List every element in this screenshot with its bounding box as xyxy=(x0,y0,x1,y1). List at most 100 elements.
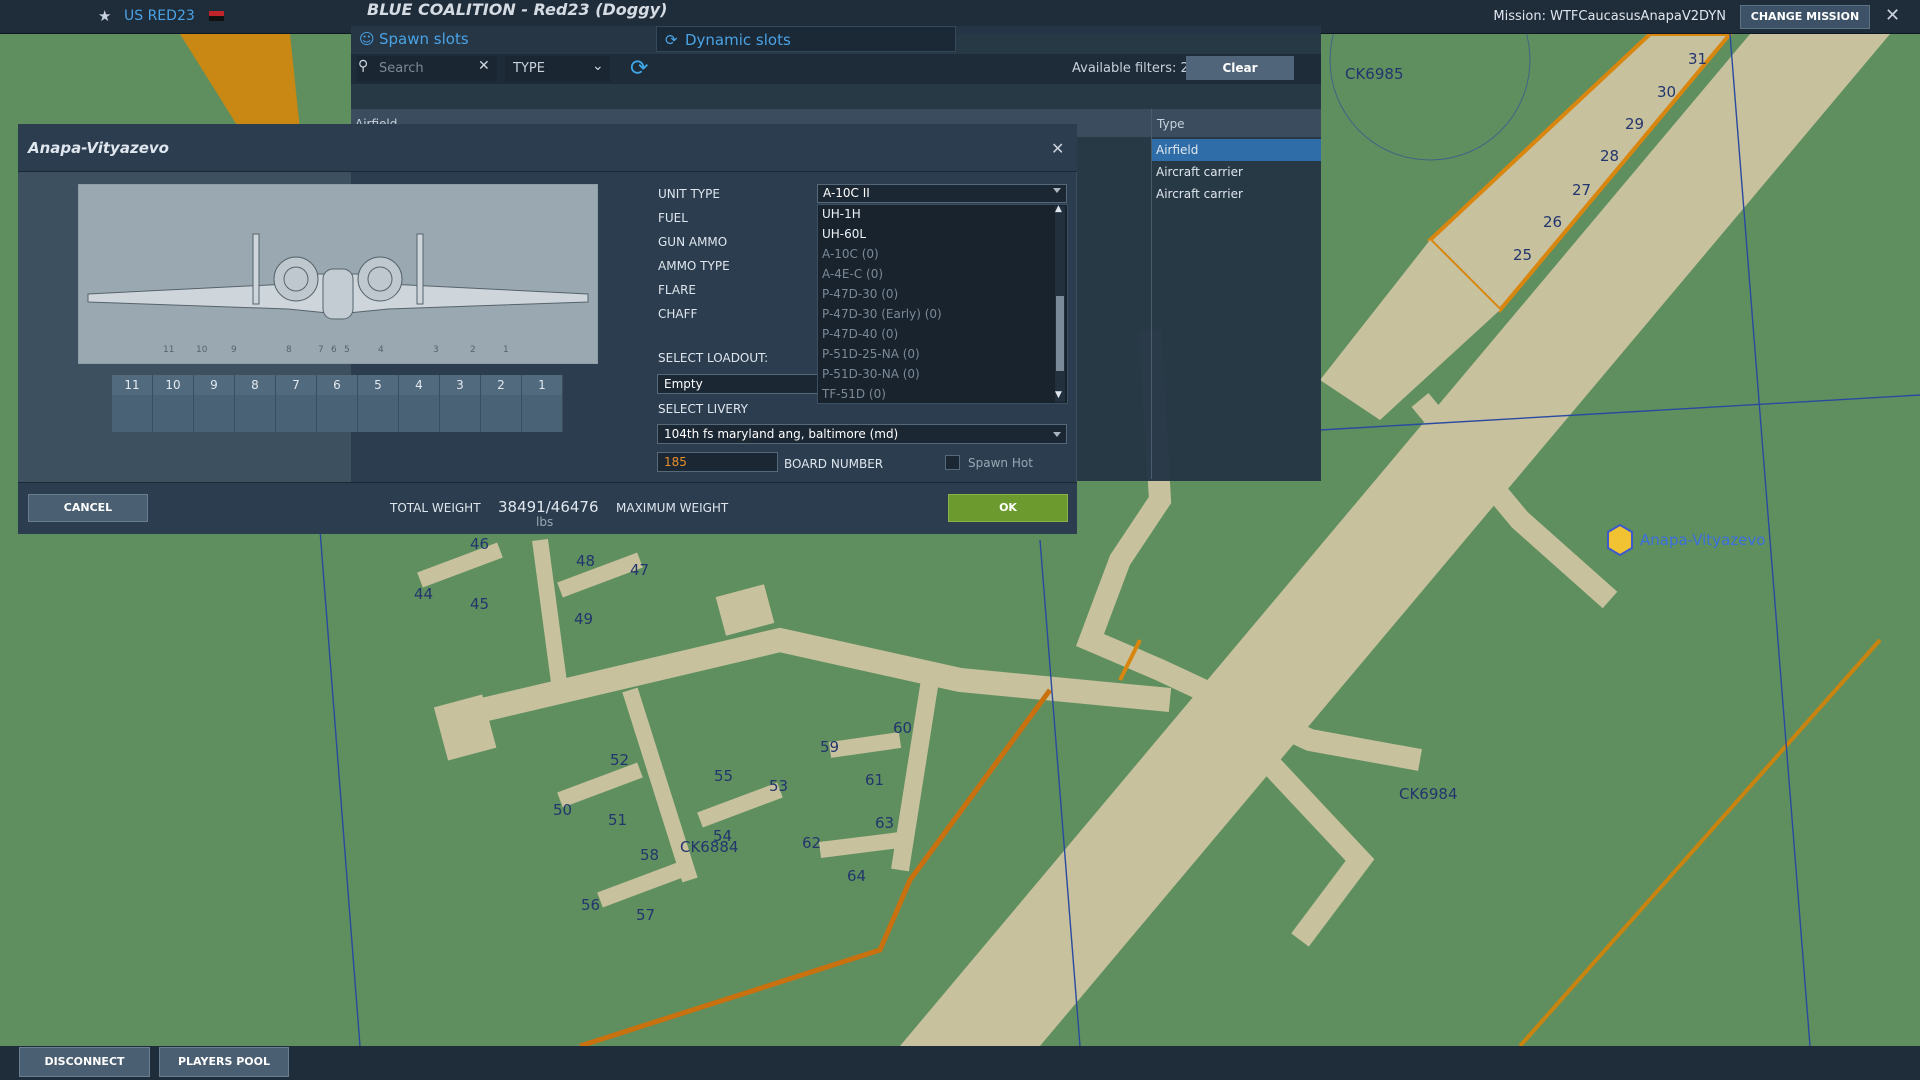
pylon-label: 9 xyxy=(194,375,234,395)
weight-unit: lbs xyxy=(536,515,554,529)
parking-number: 53 xyxy=(769,777,789,795)
dropdown-option[interactable]: UH-1H xyxy=(822,207,861,221)
parking-number: 48 xyxy=(576,552,596,570)
ok-button[interactable]: OK xyxy=(948,494,1068,522)
livery-select[interactable]: 104th fs maryland ang, baltimore (md) xyxy=(657,424,1067,444)
parking-number: 47 xyxy=(630,561,650,579)
pylon-slot[interactable]: 3 xyxy=(440,375,481,432)
svg-text:1: 1 xyxy=(503,345,509,355)
runway-number: 31 xyxy=(1688,50,1708,68)
tab-spawn-slots[interactable]: ☺ Spawn slots xyxy=(351,26,656,52)
airfield-label[interactable]: Anapa-Vityazevo xyxy=(1640,531,1765,549)
parking-number: 46 xyxy=(470,535,490,553)
change-mission-button[interactable]: CHANGE MISSION xyxy=(1740,5,1870,29)
pylon-slot[interactable]: 11 xyxy=(112,375,153,432)
cancel-button[interactable]: CANCEL xyxy=(28,494,148,522)
pylon-slot[interactable]: 4 xyxy=(399,375,440,432)
pylon-slot[interactable]: 5 xyxy=(358,375,399,432)
svg-text:5: 5 xyxy=(344,345,350,355)
svg-text:9: 9 xyxy=(231,345,237,355)
map-label-ck6984: CK6984 xyxy=(1399,785,1458,803)
scroll-down-icon[interactable]: ▼ xyxy=(1055,390,1062,400)
chaff-label: CHAFF xyxy=(658,307,698,321)
flare-label: FLARE xyxy=(658,283,696,297)
pylon-slot[interactable]: 9 xyxy=(194,375,235,432)
spawn-hot-checkbox[interactable] xyxy=(945,455,960,470)
pylon-label: 2 xyxy=(481,375,521,395)
chevron-down-icon xyxy=(1053,188,1061,193)
pylon-strip: 11 10 9 8 7 6 5 4 3 2 1 xyxy=(112,375,563,432)
pylon-slot[interactable]: 1 xyxy=(522,375,563,432)
pylon-slot[interactable]: 2 xyxy=(481,375,522,432)
dropdown-option[interactable]: UH-60L xyxy=(822,227,866,241)
pylon-slot[interactable]: 8 xyxy=(235,375,276,432)
board-number-input[interactable]: 185 xyxy=(657,452,778,472)
column-header-type[interactable]: Type xyxy=(1157,117,1185,131)
svg-text:6: 6 xyxy=(331,345,337,355)
search-icon: ⚲ xyxy=(358,58,369,74)
dialog-title: Anapa-Vityazevo xyxy=(28,139,169,157)
close-icon[interactable]: ✕ xyxy=(1051,139,1064,158)
players-pool-button[interactable]: PLAYERS POOL xyxy=(159,1047,289,1077)
parking-number: 51 xyxy=(608,811,628,829)
dropdown-option: P-51D-25-NA (0) xyxy=(822,347,920,361)
parking-number: 52 xyxy=(610,751,630,769)
total-weight-value: 38491/46476 xyxy=(498,498,599,516)
total-weight-label: TOTAL WEIGHT xyxy=(390,501,481,515)
unit-type-select[interactable]: A-10C II xyxy=(817,184,1067,203)
pylon-label: 8 xyxy=(235,375,275,395)
svg-text:11: 11 xyxy=(163,345,174,355)
parking-number: 59 xyxy=(820,738,840,756)
pylon-label: 7 xyxy=(276,375,316,395)
svg-text:10: 10 xyxy=(196,345,208,355)
page-title: BLUE COALITION - Red23 (Doggy) xyxy=(367,0,668,19)
scroll-up-icon[interactable]: ▲ xyxy=(1055,204,1062,214)
select-loadout-label: SELECT LOADOUT: xyxy=(658,351,769,365)
coalition-name: US RED23 xyxy=(124,8,195,24)
svg-text:4: 4 xyxy=(378,345,384,355)
chevron-down-icon: ⌄ xyxy=(592,58,604,74)
search-input[interactable]: Search xyxy=(357,56,497,82)
runway-number: 25 xyxy=(1513,246,1533,264)
parking-number: 50 xyxy=(553,801,573,819)
tab-dynamic-slots[interactable]: ⟳ Dynamic slots xyxy=(656,26,956,52)
close-icon[interactable]: ✕ xyxy=(1885,5,1900,26)
dropdown-option: P-47D-40 (0) xyxy=(822,327,899,341)
star-icon: ★ xyxy=(98,7,112,25)
svg-text:7: 7 xyxy=(318,345,324,355)
dropdown-scroll-thumb[interactable] xyxy=(1056,296,1064,371)
pylon-label: 1 xyxy=(522,375,562,395)
runway-number: 27 xyxy=(1572,181,1592,199)
loadout-select[interactable]: Empty xyxy=(657,374,820,394)
gun-ammo-label: GUN AMMO xyxy=(658,235,728,249)
clear-search-icon[interactable]: ✕ xyxy=(478,58,490,74)
runway-number: 30 xyxy=(1657,83,1677,101)
table-row[interactable]: Aircraft carrier xyxy=(1152,161,1321,183)
pylon-slot[interactable]: 7 xyxy=(276,375,317,432)
dynamic-icon: ⟳ xyxy=(665,31,678,49)
parking-number: 55 xyxy=(714,767,734,785)
pylon-slot[interactable]: 10 xyxy=(153,375,194,432)
clear-filters-button[interactable]: Clear xyxy=(1186,56,1294,80)
mission-name: Mission: WTFCaucasusAnapaV2DYN xyxy=(1493,9,1726,24)
available-filters: Available filters: 2 xyxy=(1072,61,1189,76)
tab-label: Spawn slots xyxy=(379,30,469,48)
ammo-type-label: AMMO TYPE xyxy=(658,259,730,273)
table-row[interactable]: Airfield xyxy=(1152,139,1321,161)
spawn-hot-label: Spawn Hot xyxy=(968,456,1033,470)
runway-number: 28 xyxy=(1600,147,1620,165)
parking-number: 58 xyxy=(640,846,660,864)
pylon-slot[interactable]: 6 xyxy=(317,375,358,432)
table-row[interactable]: Aircraft carrier xyxy=(1152,183,1321,205)
disconnect-button[interactable]: DISCONNECT xyxy=(19,1047,150,1077)
svg-text:3: 3 xyxy=(433,345,439,355)
unit-type-label: UNIT TYPE xyxy=(658,187,720,201)
parking-number: 57 xyxy=(636,906,656,924)
fuel-label: FUEL xyxy=(658,211,688,225)
svg-text:2: 2 xyxy=(470,345,476,355)
pylon-label: 11 xyxy=(112,375,152,395)
refresh-icon[interactable]: ⟳ xyxy=(630,56,648,81)
parking-number: 63 xyxy=(875,814,895,832)
pylon-label: 3 xyxy=(440,375,480,395)
parking-number: 45 xyxy=(470,595,490,613)
